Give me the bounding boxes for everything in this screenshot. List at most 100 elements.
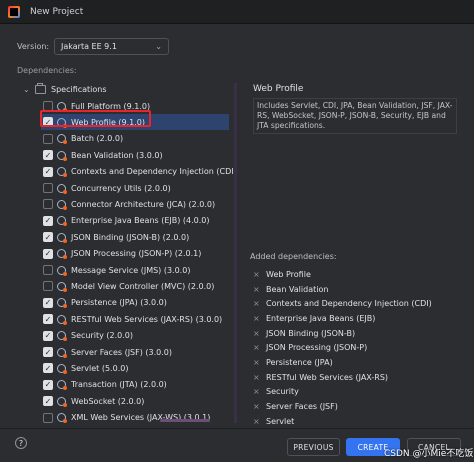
dependency-checkbox[interactable]: ✓ (43, 248, 53, 259)
dependency-label: Message Service (JMS) (3.0.0) (71, 265, 191, 275)
added-dependency-item: × JSON Processing (JSON-P) (253, 340, 458, 355)
dependency-checkbox[interactable] (43, 133, 53, 144)
module-icon (57, 150, 67, 161)
dependency-row[interactable]: ✓ Enterprise Java Beans (EJB) (4.0.0) (43, 213, 235, 229)
dependency-row[interactable]: Message Service (JMS) (3.0.0) (43, 262, 235, 278)
dependency-checkbox[interactable]: ✓ (43, 232, 53, 243)
added-dependencies-list: × Web Profile × Bean Validation × Contexts an… (253, 267, 458, 424)
dependency-label: Servlet (5.0.0) (71, 363, 129, 373)
added-dependency-label: Server Faces (JSF) (266, 402, 338, 412)
dependency-row[interactable]: Model View Controller (MVC) (2.0.0) (43, 278, 235, 294)
dependency-row[interactable]: ✓ RESTful Web Services (JAX-RS) (3.0.0) (43, 311, 235, 327)
module-icon (57, 134, 67, 145)
dependency-checkbox[interactable] (43, 101, 53, 111)
added-dependency-label: JSON Processing (JSON-P) (266, 343, 368, 353)
remove-icon[interactable]: × (253, 402, 266, 411)
dependency-row[interactable]: ✓ Servlet (5.0.0) (43, 360, 235, 376)
added-dependency-item: × RESTful Web Services (JAX-RS) (253, 370, 458, 385)
dependency-checkbox[interactable]: ✓ (43, 215, 53, 226)
remove-icon[interactable]: × (253, 343, 266, 352)
dependency-row[interactable]: Batch (2.0.0) (43, 131, 235, 147)
module-icon (57, 363, 67, 374)
added-dependency-label: Web Profile (266, 269, 311, 279)
dependency-row[interactable]: ✓ Transaction (JTA) (2.0.0) (43, 377, 235, 393)
added-dependency-label: Enterprise Java Beans (EJB) (266, 313, 376, 323)
module-icon (57, 396, 67, 407)
added-dependency-item: × Enterprise Java Beans (EJB) (253, 311, 458, 326)
added-dependency-label: Persistence (JPA) (266, 357, 333, 367)
added-dependency-item: × Servlet (253, 414, 458, 424)
dependency-row[interactable]: ✓ Web Profile (9.1.0) (41, 114, 229, 131)
dependency-checkbox[interactable]: ✓ (43, 117, 53, 128)
tree-root-specifications[interactable]: ⌄ Specifications (23, 82, 107, 96)
dependency-row[interactable]: ✓ Server Faces (JSF) (3.0.0) (43, 344, 235, 360)
added-dependencies-label: Added dependencies: (250, 252, 337, 261)
remove-icon[interactable]: × (253, 285, 266, 294)
dependencies-tree[interactable]: ⌄ Specifications Full Platform (9.1.0) ✓ W… (17, 78, 235, 423)
dependency-label: Persistence (JPA) (3.0.0) (71, 298, 167, 308)
dependency-row[interactable]: ✓ Security (2.0.0) (43, 328, 235, 344)
module-icon (57, 413, 67, 423)
remove-icon[interactable]: × (253, 270, 266, 279)
dependency-row[interactable]: Connector Architecture (JCA) (2.0.0) (43, 196, 235, 212)
added-dependency-label: RESTful Web Services (JAX-RS) (266, 372, 389, 382)
horizontal-scrollbar[interactable] (160, 419, 210, 422)
remove-icon[interactable]: × (253, 387, 266, 396)
dependency-checkbox[interactable]: ✓ (43, 363, 53, 374)
dependency-row[interactable]: ✓ Bean Validation (3.0.0) (43, 147, 235, 163)
dependency-label: Full Platform (9.1.0) (71, 101, 151, 111)
dependency-row[interactable]: Concurrency Utils (2.0.0) (43, 180, 235, 196)
remove-icon[interactable]: × (253, 373, 266, 382)
dependency-checkbox[interactable]: ✓ (43, 314, 53, 325)
added-dependency-item: × Bean Validation (253, 282, 458, 297)
dependency-row[interactable]: ✓ Persistence (JPA) (3.0.0) (43, 295, 235, 311)
module-icon (57, 199, 67, 210)
dependency-checkbox[interactable]: ✓ (43, 347, 53, 357)
detail-description: Includes Servlet, CDI, JPA, Bean Validat… (253, 98, 457, 134)
dependency-row[interactable]: ✓ Contexts and Dependency Injection (CDI)… (43, 164, 235, 180)
csdn-watermark: CSDN @小Mie不吃饭 (384, 449, 474, 459)
remove-icon[interactable]: × (253, 299, 266, 308)
dependency-checkbox[interactable]: ✓ (43, 330, 53, 341)
dependency-checkbox[interactable]: ✓ (43, 166, 53, 177)
added-dependency-item: × Web Profile (253, 267, 458, 282)
module-icon (57, 232, 67, 243)
dependency-checkbox[interactable]: ✓ (43, 379, 53, 390)
dependency-checkbox[interactable] (43, 281, 53, 292)
previous-button[interactable]: PREVIOUS (287, 438, 340, 456)
remove-icon[interactable]: × (253, 329, 266, 338)
dependency-row[interactable]: ✓ JSON Processing (JSON-P) (2.0.1) (43, 246, 235, 262)
dependency-checkbox[interactable] (43, 412, 53, 423)
remove-icon[interactable]: × (253, 358, 266, 367)
dependency-label: Transaction (JTA) (2.0.0) (71, 380, 167, 390)
dependency-checkbox[interactable]: ✓ (43, 150, 53, 161)
dependency-checkbox[interactable] (43, 265, 53, 275)
added-dependency-item: × Contexts and Dependency Injection (CDI) (253, 296, 458, 311)
added-dependency-label: Bean Validation (266, 284, 329, 294)
dependency-checkbox[interactable]: ✓ (43, 297, 53, 308)
module-icon (57, 249, 67, 260)
window-title: New Project (30, 6, 84, 17)
dependency-checkbox[interactable] (43, 199, 53, 210)
dependency-row[interactable]: Full Platform (9.1.0) (43, 98, 235, 114)
added-dependency-item: × Server Faces (JSF) (253, 399, 458, 414)
dependency-checkbox[interactable] (43, 183, 53, 193)
detail-title: Web Profile (253, 84, 304, 94)
remove-icon[interactable]: × (253, 417, 266, 424)
dependency-checkbox[interactable]: ✓ (43, 396, 53, 407)
help-button[interactable]: ? (15, 437, 27, 449)
dependency-label: JSON Binding (JSON-B) (2.0.0) (71, 232, 190, 242)
dependency-row[interactable]: ✓ JSON Binding (JSON-B) (2.0.0) (43, 229, 235, 245)
module-icon (57, 216, 67, 227)
module-icon (57, 265, 67, 276)
intellij-logo-icon (8, 5, 20, 18)
dependency-label: WebSocket (2.0.0) (71, 396, 145, 406)
module-icon (57, 331, 67, 342)
caret-down-icon[interactable]: ⌄ (23, 85, 35, 94)
added-dependency-item: × Security (253, 385, 458, 400)
added-dependency-item: × Persistence (JPA) (253, 355, 458, 370)
dependency-row[interactable]: ✓ WebSocket (2.0.0) (43, 393, 235, 409)
version-select[interactable]: Jakarta EE 9.1 ⌄ (54, 38, 169, 55)
remove-icon[interactable]: × (253, 314, 266, 323)
dependency-label: Enterprise Java Beans (EJB) (4.0.0) (71, 216, 210, 226)
